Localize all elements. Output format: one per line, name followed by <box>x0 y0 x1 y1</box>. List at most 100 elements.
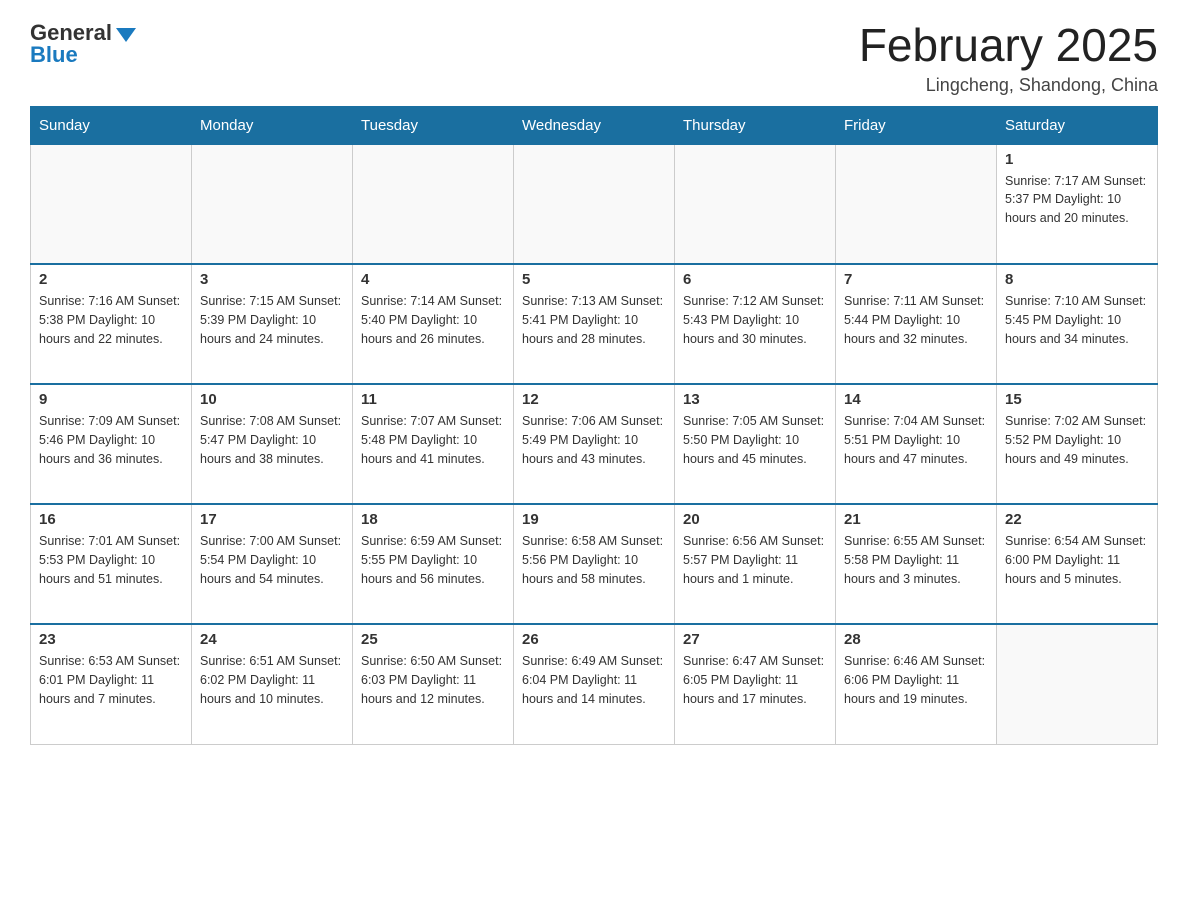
day-info: Sunrise: 6:51 AM Sunset: 6:02 PM Dayligh… <box>200 652 344 708</box>
calendar-cell: 19 Sunrise: 6:58 AM Sunset: 5:56 PM Dayli… <box>514 504 675 624</box>
calendar-cell: 23 Sunrise: 6:53 AM Sunset: 6:01 PM Dayli… <box>31 624 192 744</box>
day-info: Sunrise: 7:01 AM Sunset: 5:53 PM Dayligh… <box>39 532 183 588</box>
weekday-header-tuesday: Tuesday <box>353 106 514 144</box>
day-number: 13 <box>683 391 827 408</box>
day-info: Sunrise: 7:04 AM Sunset: 5:51 PM Dayligh… <box>844 412 988 468</box>
calendar-cell: 9 Sunrise: 7:09 AM Sunset: 5:46 PM Daylig… <box>31 384 192 504</box>
day-number: 4 <box>361 271 505 288</box>
day-info: Sunrise: 6:56 AM Sunset: 5:57 PM Dayligh… <box>683 532 827 588</box>
day-number: 16 <box>39 511 183 528</box>
weekday-header-wednesday: Wednesday <box>514 106 675 144</box>
weekday-header-thursday: Thursday <box>675 106 836 144</box>
day-number: 15 <box>1005 391 1149 408</box>
day-number: 2 <box>39 271 183 288</box>
day-info: Sunrise: 6:59 AM Sunset: 5:55 PM Dayligh… <box>361 532 505 588</box>
calendar-cell: 6Sunrise: 7:12 AM Sunset: 5:43 PM Daylig… <box>675 264 836 384</box>
day-number: 24 <box>200 631 344 648</box>
calendar-cell <box>353 144 514 264</box>
calendar-week-row: 23 Sunrise: 6:53 AM Sunset: 6:01 PM Dayli… <box>31 624 1158 744</box>
day-number: 25 <box>361 631 505 648</box>
day-info: Sunrise: 7:06 AM Sunset: 5:49 PM Dayligh… <box>522 412 666 468</box>
day-info: Sunrise: 6:46 AM Sunset: 6:06 PM Dayligh… <box>844 652 988 708</box>
calendar-week-row: 16 Sunrise: 7:01 AM Sunset: 5:53 PM Dayli… <box>31 504 1158 624</box>
day-info: Sunrise: 6:58 AM Sunset: 5:56 PM Dayligh… <box>522 532 666 588</box>
calendar-cell <box>675 144 836 264</box>
day-info: Sunrise: 6:54 AM Sunset: 6:00 PM Dayligh… <box>1005 532 1149 588</box>
calendar-cell: 17 Sunrise: 7:00 AM Sunset: 5:54 PM Dayli… <box>192 504 353 624</box>
calendar-cell <box>31 144 192 264</box>
calendar-cell: 27Sunrise: 6:47 AM Sunset: 6:05 PM Dayli… <box>675 624 836 744</box>
day-info: Sunrise: 6:53 AM Sunset: 6:01 PM Dayligh… <box>39 652 183 708</box>
logo: General Blue <box>30 20 136 68</box>
day-info: Sunrise: 7:00 AM Sunset: 5:54 PM Dayligh… <box>200 532 344 588</box>
day-info: Sunrise: 7:05 AM Sunset: 5:50 PM Dayligh… <box>683 412 827 468</box>
calendar-cell <box>514 144 675 264</box>
calendar-cell: 1 Sunrise: 7:17 AM Sunset: 5:37 PM Daylig… <box>997 144 1158 264</box>
calendar-table: SundayMondayTuesdayWednesdayThursdayFrid… <box>30 106 1158 745</box>
calendar-cell: 26 Sunrise: 6:49 AM Sunset: 6:04 PM Dayli… <box>514 624 675 744</box>
weekday-header-saturday: Saturday <box>997 106 1158 144</box>
day-number: 11 <box>361 391 505 408</box>
day-number: 27 <box>683 631 827 648</box>
day-number: 19 <box>522 511 666 528</box>
calendar-cell: 3Sunrise: 7:15 AM Sunset: 5:39 PM Daylig… <box>192 264 353 384</box>
day-number: 23 <box>39 631 183 648</box>
day-info: Sunrise: 7:16 AM Sunset: 5:38 PM Dayligh… <box>39 292 183 348</box>
calendar-cell: 28 Sunrise: 6:46 AM Sunset: 6:06 PM Dayli… <box>836 624 997 744</box>
day-info: Sunrise: 7:15 AM Sunset: 5:39 PM Dayligh… <box>200 292 344 348</box>
calendar-week-row: 2 Sunrise: 7:16 AM Sunset: 5:38 PM Daylig… <box>31 264 1158 384</box>
calendar-cell <box>192 144 353 264</box>
day-info: Sunrise: 6:49 AM Sunset: 6:04 PM Dayligh… <box>522 652 666 708</box>
day-number: 8 <box>1005 271 1149 288</box>
day-number: 14 <box>844 391 988 408</box>
calendar-cell: 8 Sunrise: 7:10 AM Sunset: 5:45 PM Daylig… <box>997 264 1158 384</box>
day-number: 9 <box>39 391 183 408</box>
calendar-cell: 12 Sunrise: 7:06 AM Sunset: 5:49 PM Dayli… <box>514 384 675 504</box>
calendar-cell: 10 Sunrise: 7:08 AM Sunset: 5:47 PM Dayli… <box>192 384 353 504</box>
weekday-header-monday: Monday <box>192 106 353 144</box>
calendar-cell: 14 Sunrise: 7:04 AM Sunset: 5:51 PM Dayli… <box>836 384 997 504</box>
calendar-cell: 18Sunrise: 6:59 AM Sunset: 5:55 PM Dayli… <box>353 504 514 624</box>
day-number: 12 <box>522 391 666 408</box>
calendar-cell: 21 Sunrise: 6:55 AM Sunset: 5:58 PM Dayli… <box>836 504 997 624</box>
calendar-cell: 11Sunrise: 7:07 AM Sunset: 5:48 PM Dayli… <box>353 384 514 504</box>
calendar-cell <box>997 624 1158 744</box>
day-info: Sunrise: 6:55 AM Sunset: 5:58 PM Dayligh… <box>844 532 988 588</box>
day-info: Sunrise: 7:09 AM Sunset: 5:46 PM Dayligh… <box>39 412 183 468</box>
calendar-cell: 20Sunrise: 6:56 AM Sunset: 5:57 PM Dayli… <box>675 504 836 624</box>
logo-blue-text: Blue <box>30 42 78 68</box>
location-text: Lingcheng, Shandong, China <box>859 75 1158 96</box>
day-number: 26 <box>522 631 666 648</box>
calendar-cell: 13 Sunrise: 7:05 AM Sunset: 5:50 PM Dayli… <box>675 384 836 504</box>
day-info: Sunrise: 7:10 AM Sunset: 5:45 PM Dayligh… <box>1005 292 1149 348</box>
day-number: 5 <box>522 271 666 288</box>
calendar-cell: 15 Sunrise: 7:02 AM Sunset: 5:52 PM Dayli… <box>997 384 1158 504</box>
day-number: 17 <box>200 511 344 528</box>
day-number: 10 <box>200 391 344 408</box>
title-section: February 2025 Lingcheng, Shandong, China <box>859 20 1158 96</box>
page-header: General Blue February 2025 Lingcheng, Sh… <box>30 20 1158 96</box>
month-title: February 2025 <box>859 20 1158 71</box>
day-info: Sunrise: 7:08 AM Sunset: 5:47 PM Dayligh… <box>200 412 344 468</box>
calendar-cell: 25 Sunrise: 6:50 AM Sunset: 6:03 PM Dayli… <box>353 624 514 744</box>
calendar-cell: 2 Sunrise: 7:16 AM Sunset: 5:38 PM Daylig… <box>31 264 192 384</box>
calendar-cell <box>836 144 997 264</box>
day-info: Sunrise: 7:02 AM Sunset: 5:52 PM Dayligh… <box>1005 412 1149 468</box>
day-number: 22 <box>1005 511 1149 528</box>
weekday-header-sunday: Sunday <box>31 106 192 144</box>
day-info: Sunrise: 7:17 AM Sunset: 5:37 PM Dayligh… <box>1005 172 1149 228</box>
day-info: Sunrise: 7:13 AM Sunset: 5:41 PM Dayligh… <box>522 292 666 348</box>
calendar-header-row: SundayMondayTuesdayWednesdayThursdayFrid… <box>31 106 1158 144</box>
day-number: 21 <box>844 511 988 528</box>
day-info: Sunrise: 7:11 AM Sunset: 5:44 PM Dayligh… <box>844 292 988 348</box>
day-number: 7 <box>844 271 988 288</box>
weekday-header-friday: Friday <box>836 106 997 144</box>
day-info: Sunrise: 7:14 AM Sunset: 5:40 PM Dayligh… <box>361 292 505 348</box>
calendar-cell: 4 Sunrise: 7:14 AM Sunset: 5:40 PM Daylig… <box>353 264 514 384</box>
day-info: Sunrise: 7:12 AM Sunset: 5:43 PM Dayligh… <box>683 292 827 348</box>
day-number: 1 <box>1005 151 1149 168</box>
calendar-cell: 22 Sunrise: 6:54 AM Sunset: 6:00 PM Dayli… <box>997 504 1158 624</box>
calendar-cell: 16 Sunrise: 7:01 AM Sunset: 5:53 PM Dayli… <box>31 504 192 624</box>
day-number: 28 <box>844 631 988 648</box>
day-info: Sunrise: 6:50 AM Sunset: 6:03 PM Dayligh… <box>361 652 505 708</box>
